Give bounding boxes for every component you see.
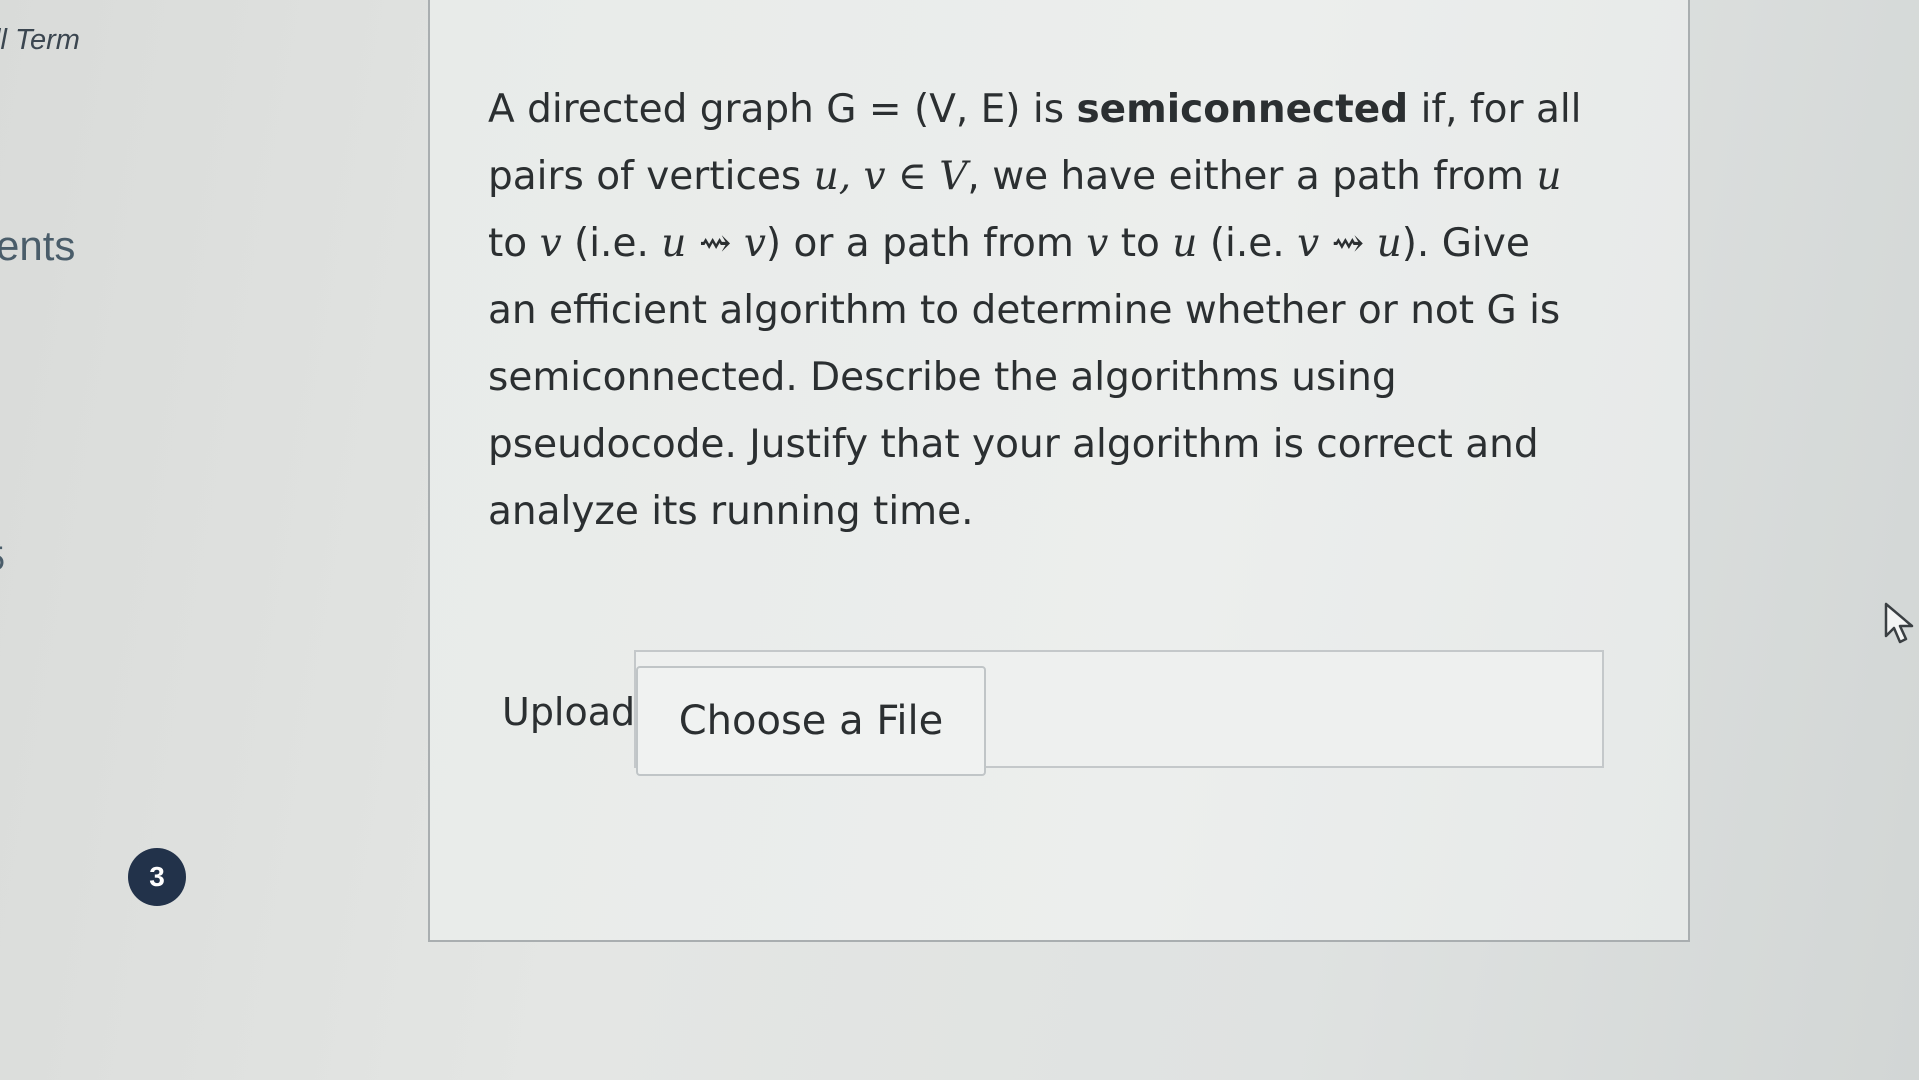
math-expression: u ⇝ v xyxy=(661,221,766,266)
term-label: ll Term xyxy=(0,24,80,56)
question-text-part: to xyxy=(1108,221,1173,266)
upload-label: Upload xyxy=(502,690,636,734)
question-card: A directed graph G = (V, E) is semiconne… xyxy=(428,0,1690,942)
math-expression: v ⇝ u xyxy=(1297,221,1402,266)
nav-link-assignments[interactable]: ents xyxy=(0,222,75,270)
math-expression: v xyxy=(1086,221,1109,266)
math-expression: v xyxy=(539,221,562,266)
choose-file-button[interactable]: Choose a File xyxy=(636,666,986,776)
mouse-pointer-icon xyxy=(1884,602,1914,644)
question-bold-term: semiconnected xyxy=(1076,87,1409,132)
math-expression: u xyxy=(1536,154,1562,199)
question-text-part: (i.e. xyxy=(561,221,662,266)
unread-count-badge[interactable]: 3 xyxy=(128,848,186,906)
question-text-part: ) or a path from xyxy=(765,221,1087,266)
math-expression: u, v ∈ V xyxy=(813,154,968,199)
question-text-part: ). Give an efficient algorithm to determ… xyxy=(488,221,1561,534)
math-expression: u xyxy=(1172,221,1198,266)
question-text-part: to xyxy=(488,221,540,266)
file-upload-row: Upload Choose a File xyxy=(488,648,1608,778)
course-sidebar: ll Term ents 5 3 xyxy=(0,0,430,1080)
question-text: A directed graph G = (V, E) is semiconne… xyxy=(488,76,1588,545)
question-text-part: , we have either a path from xyxy=(967,154,1537,199)
question-text-part: (i.e. xyxy=(1197,221,1298,266)
file-upload-field[interactable]: Choose a File xyxy=(634,650,1604,776)
nav-number-fragment: 5 xyxy=(0,540,5,579)
question-text-part: A directed graph G = (V, E) is xyxy=(488,87,1077,132)
